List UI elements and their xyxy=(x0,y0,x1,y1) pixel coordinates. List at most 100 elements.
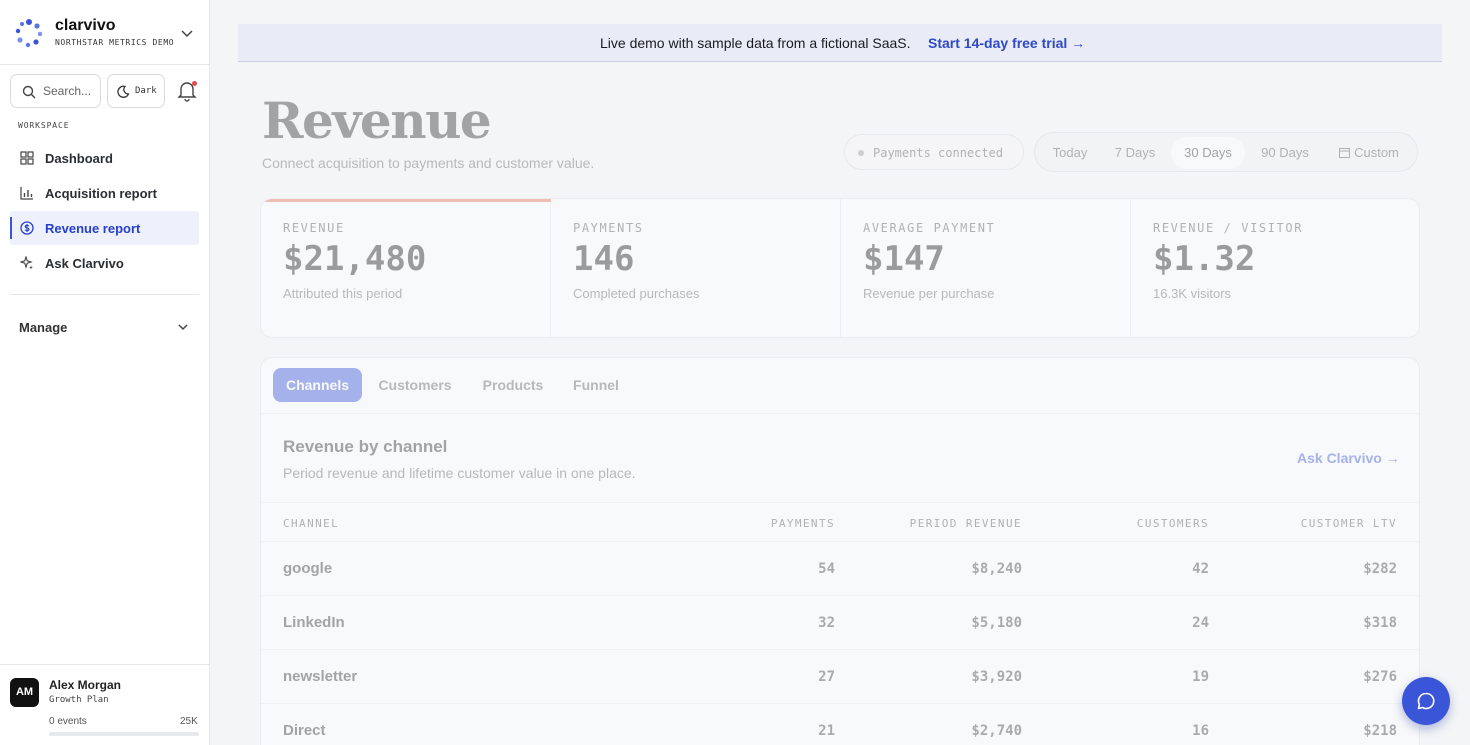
kpi-revenue-per-visitor: REVENUE / VISITOR $1.32 16.3K visitors xyxy=(1131,199,1419,337)
tab-channels[interactable]: Channels xyxy=(273,368,362,402)
notification-badge xyxy=(192,81,197,86)
free-trial-link[interactable]: Start 14-day free trial → xyxy=(928,35,1085,51)
dollar-circle-icon xyxy=(20,221,34,235)
events-limit: 25K xyxy=(180,716,198,727)
bar-chart-icon xyxy=(20,187,33,200)
range-90-days[interactable]: 90 Days xyxy=(1249,137,1321,169)
channel-name: google xyxy=(283,560,333,577)
moon-icon xyxy=(117,85,130,98)
period-revenue-cell: $2,740 xyxy=(971,723,1022,739)
payments-cell: 21 xyxy=(818,723,835,739)
table-header: CHANNEL PAYMENTS PERIOD REVENUE CUSTOMER… xyxy=(261,502,1419,542)
breakdown-tabs: Channels Customers Products Funnel xyxy=(261,358,1419,414)
column-header-customers[interactable]: CUSTOMERS xyxy=(1059,517,1209,530)
customer-ltv-cell: $318 xyxy=(1363,615,1397,631)
column-header-payments[interactable]: PAYMENTS xyxy=(715,517,835,530)
section-subtitle: Period revenue and lifetime customer val… xyxy=(283,465,636,481)
user-plan: Growth Plan xyxy=(49,695,109,705)
range-7-days[interactable]: 7 Days xyxy=(1103,137,1167,169)
sidebar-item-dashboard[interactable]: Dashboard xyxy=(10,141,199,175)
sidebar-item-ask-clarvivo[interactable]: Ask Clarvivo xyxy=(10,246,199,280)
date-range-selector: Today 7 Days 30 Days 90 Days Custom xyxy=(1034,132,1418,172)
demo-banner-text: Live demo with sample data from a fictio… xyxy=(600,35,911,51)
channel-name: LinkedIn xyxy=(283,614,345,631)
dark-mode-toggle[interactable]: Dark xyxy=(107,74,165,108)
demo-banner: Live demo with sample data from a fictio… xyxy=(238,24,1442,62)
range-30-days[interactable]: 30 Days xyxy=(1171,137,1245,169)
grid-icon xyxy=(20,151,34,165)
kpi-label: REVENUE xyxy=(283,221,345,235)
range-custom[interactable]: Custom xyxy=(1327,137,1411,169)
customers-cell: 16 xyxy=(1192,723,1209,739)
sidebar-item-acquisition-report[interactable]: Acquisition report xyxy=(10,176,199,210)
events-count: 0 events xyxy=(49,716,87,727)
section-title: Revenue by channel xyxy=(283,437,448,456)
sidebar-item-label: Revenue report xyxy=(45,221,141,236)
period-revenue-cell: $8,240 xyxy=(971,561,1022,577)
search-box[interactable] xyxy=(10,74,101,108)
avatar: AM xyxy=(10,678,39,707)
search-icon xyxy=(22,85,36,99)
customers-cell: 42 xyxy=(1192,561,1209,577)
kpi-summary-card: REVENUE $21,480 Attributed this period P… xyxy=(260,198,1420,338)
sparkle-icon xyxy=(20,256,33,270)
tab-funnel[interactable]: Funnel xyxy=(563,368,629,402)
table-row[interactable]: LinkedIn 32 $5,180 24 $318 xyxy=(261,596,1419,650)
table-row[interactable]: google 54 $8,240 42 $282 xyxy=(261,542,1419,596)
workspace-switcher[interactable]: clarvivo NORTHSTAR METRICS DEMO xyxy=(0,0,209,65)
chevron-down-icon xyxy=(178,324,188,331)
customer-ltv-cell: $276 xyxy=(1363,669,1397,685)
customer-ltv-cell: $282 xyxy=(1363,561,1397,577)
user-account[interactable]: AM Alex Morgan Growth Plan 0 events 25K xyxy=(0,664,209,745)
kpi-note: Completed purchases xyxy=(573,286,700,301)
kpi-note: 16.3K visitors xyxy=(1153,286,1232,301)
sidebar-item-revenue-report[interactable]: Revenue report xyxy=(10,211,199,245)
column-header-period-revenue[interactable]: PERIOD REVENUE xyxy=(872,517,1022,530)
kpi-note: Revenue per purchase xyxy=(863,286,995,301)
kpi-revenue: REVENUE $21,480 Attributed this period xyxy=(261,199,551,337)
kpi-value: $1.32 xyxy=(1153,239,1256,279)
sidebar: clarvivo NORTHSTAR METRICS DEMO Dark WOR… xyxy=(0,0,210,745)
payments-status-label: Payments connected xyxy=(873,146,1004,160)
payments-cell: 32 xyxy=(818,615,835,631)
payments-status-badge: Payments connected xyxy=(844,134,1024,170)
manage-section-toggle[interactable]: Manage xyxy=(10,310,199,344)
search-input[interactable] xyxy=(43,76,99,106)
sidebar-item-label: Dashboard xyxy=(45,151,113,166)
calendar-icon xyxy=(1339,148,1351,158)
events-usage-bar xyxy=(49,732,199,736)
column-header-channel[interactable]: CHANNEL xyxy=(283,517,339,530)
kpi-label: AVERAGE PAYMENT xyxy=(863,221,996,235)
manage-label: Manage xyxy=(19,320,68,335)
tab-customers[interactable]: Customers xyxy=(369,368,461,402)
kpi-value: $147 xyxy=(863,239,945,279)
payments-cell: 27 xyxy=(818,669,835,685)
brand-subtitle: NORTHSTAR METRICS DEMO xyxy=(55,38,175,47)
user-name: Alex Morgan xyxy=(49,678,122,692)
kpi-value: $21,480 xyxy=(283,239,427,279)
period-revenue-cell: $3,920 xyxy=(971,669,1022,685)
ask-clarvivo-link[interactable]: Ask Clarvivo → xyxy=(1297,450,1400,466)
sidebar-item-label: Ask Clarvivo xyxy=(45,256,124,271)
kpi-label: PAYMENTS xyxy=(573,221,644,235)
clarvivo-logo-icon xyxy=(15,19,43,48)
kpi-payments: PAYMENTS 146 Completed purchases xyxy=(551,199,841,337)
tab-products[interactable]: Products xyxy=(471,368,555,402)
chat-button[interactable] xyxy=(1402,677,1450,725)
main-content: Revenue Connect acquisition to payments … xyxy=(238,62,1470,745)
range-today[interactable]: Today xyxy=(1041,137,1099,169)
customers-cell: 19 xyxy=(1192,669,1209,685)
table-row[interactable]: newsletter 27 $3,920 19 $276 xyxy=(261,650,1419,704)
table-row[interactable]: Direct 21 $2,740 16 $218 xyxy=(261,704,1419,745)
kpi-label: REVENUE / VISITOR xyxy=(1153,221,1304,235)
page-title: Revenue xyxy=(262,91,492,150)
kpi-average-payment: AVERAGE PAYMENT $147 Revenue per purchas… xyxy=(841,199,1131,337)
workspace-section-label: WORKSPACE xyxy=(18,121,70,130)
kpi-value: 146 xyxy=(573,239,635,279)
customers-cell: 24 xyxy=(1192,615,1209,631)
dark-mode-label: Dark xyxy=(135,86,157,96)
sidebar-divider xyxy=(10,294,199,295)
column-header-customer-ltv[interactable]: CUSTOMER LTV xyxy=(1247,517,1397,530)
revenue-breakdown-card: Channels Customers Products Funnel Reven… xyxy=(260,357,1420,745)
chat-bubble-icon xyxy=(1417,692,1435,710)
